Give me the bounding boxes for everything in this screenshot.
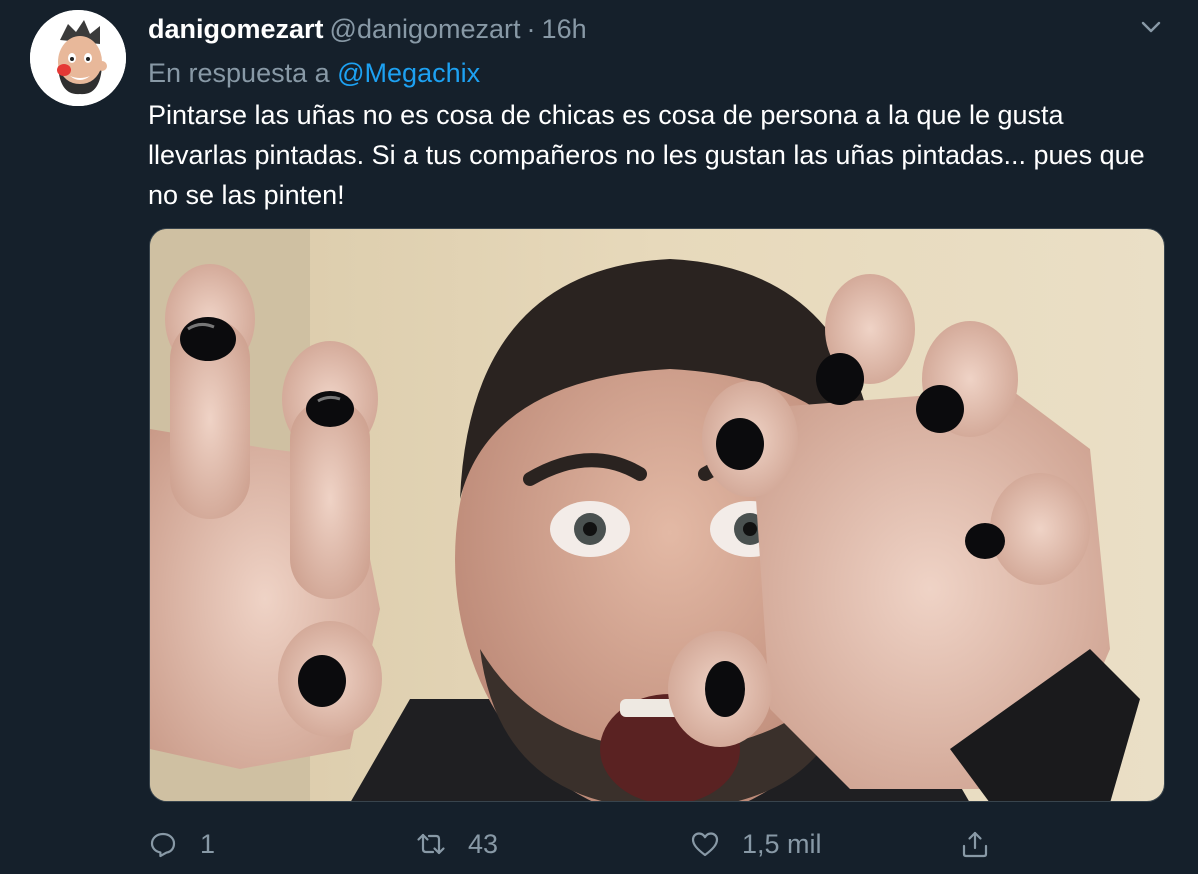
like-count: 1,5 mil [742, 828, 822, 859]
reply-count: 1 [200, 828, 216, 859]
avatar-illustration [30, 10, 126, 106]
tweet[interactable]: danigomezart @danigomezart · 16h En respues… [0, 0, 1198, 874]
retweet-icon [416, 829, 446, 859]
like-button[interactable]: 1,5 mil [690, 822, 822, 866]
reply-prefix: En respuesta a [148, 58, 330, 88]
tweet-header: danigomezart @danigomezart · 16h [148, 12, 587, 46]
retweet-button[interactable]: 43 [416, 822, 498, 866]
chevron-down-icon[interactable] [1138, 14, 1164, 40]
retweet-count: 43 [468, 828, 499, 859]
user-handle[interactable]: @danigomezart [330, 14, 521, 44]
reply-mention-link[interactable]: @Megachix [337, 58, 480, 88]
separator-dot: · [526, 14, 536, 44]
reply-icon [148, 829, 178, 859]
tweet-text: Pintarse las uñas no es cosa de chicas e… [148, 100, 1145, 210]
photo-illustration [150, 229, 1164, 801]
display-name[interactable]: danigomezart [148, 14, 324, 44]
avatar[interactable] [30, 10, 126, 106]
tweet-actions: 1 43 1,5 mil [148, 822, 1168, 866]
share-icon [960, 829, 990, 859]
heart-icon [690, 829, 720, 859]
share-button[interactable] [960, 822, 990, 866]
reply-context: En respuesta a @Megachix [148, 56, 480, 90]
timestamp[interactable]: 16h [542, 14, 587, 44]
reply-button[interactable]: 1 [148, 822, 215, 866]
tweet-photo[interactable] [149, 228, 1165, 802]
